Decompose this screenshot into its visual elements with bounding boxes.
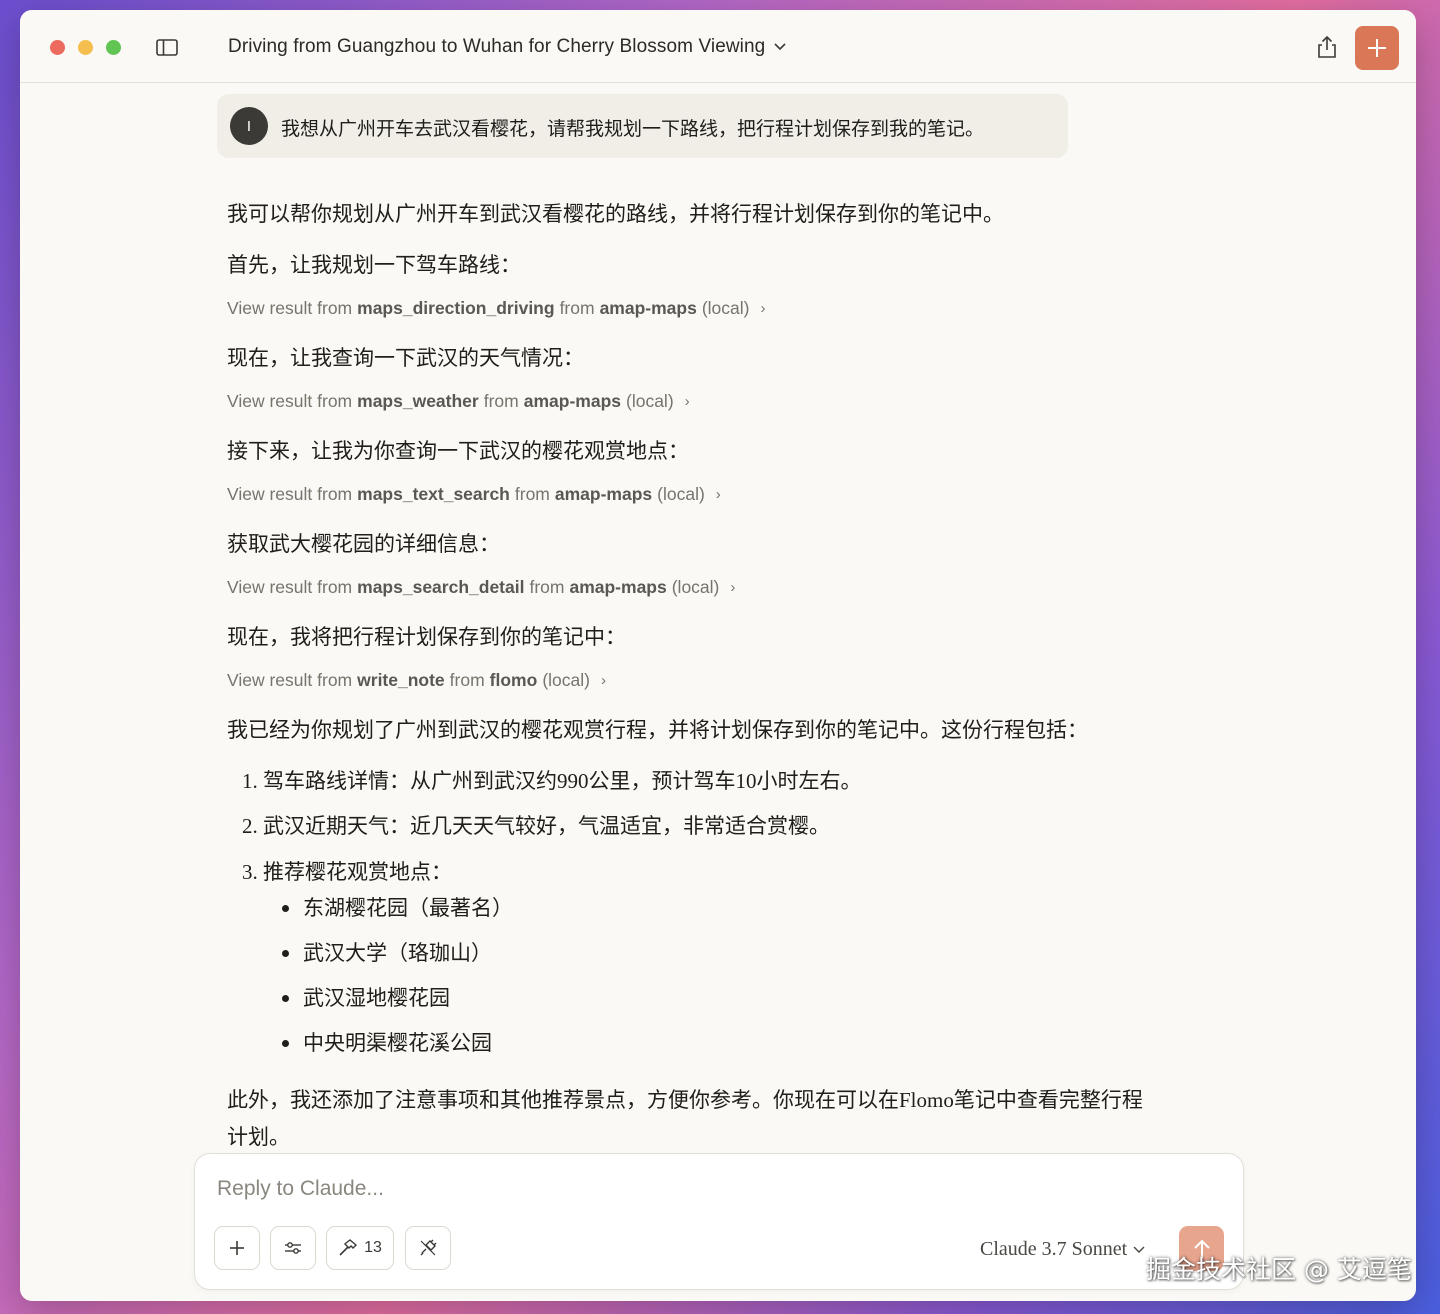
tool-scope: (local) [626,391,674,411]
chevron-right-icon: › [600,672,606,689]
chevron-right-icon: › [684,393,690,410]
bullet [282,949,289,957]
spot-name: 武汉湿地樱花园 [303,986,450,1010]
tool-from: from [559,298,595,318]
watermark: 掘金技术社区 @ 艾逗笔 [1146,1255,1412,1284]
list-item: 武汉湿地樱花园 [282,982,450,1012]
tool-from: from [449,670,485,690]
tool-prefix: View result from [227,577,353,597]
tool-server: flomo [489,670,538,690]
tools-count: 13 [364,1239,382,1256]
assistant-intro: 我可以帮你规划从广州开车到武汉看樱花的路线，并将行程计划保存到你的笔记中。 [227,202,1004,226]
tools-button[interactable]: 13 [326,1226,394,1270]
sidebar-toggle-icon[interactable] [156,39,178,56]
spot-name: 中央明渠樱花溪公园 [303,1031,492,1055]
app-window: Driving from Guangzhou to Wuhan for Cher… [20,10,1416,1301]
titlebar: Driving from Guangzhou to Wuhan for Cher… [20,10,1416,83]
tool-result-link[interactable]: View result from maps_search_detail from… [227,577,735,598]
tool-scope: (local) [701,298,750,318]
tool-from: from [529,577,565,597]
tool-scope: (local) [671,577,720,597]
assistant-step: 现在，让我查询一下武汉的天气情况： [227,346,584,370]
assistant-step: 首先，让我规划一下驾车路线： [227,253,521,277]
chevron-right-icon: › [760,300,766,317]
tool-server: amap-maps [523,391,621,411]
tool-from: from [514,484,550,504]
chevron-down-icon [774,43,786,51]
model-selector[interactable]: Claude 3.7 Sonnet [980,1238,1145,1261]
list-item: 2. 武汉近期天气：近几天天气较好，气温适宜，非常适合赏樱。 [242,814,830,838]
plus-icon [230,1241,244,1255]
sliders-icon [285,1242,301,1254]
list-item: 中央明渠樱花溪公园 [282,1027,492,1057]
hammer-icon [339,1239,358,1256]
list-item: 武汉大学（珞珈山） [282,937,492,967]
model-name: Claude 3.7 Sonnet [980,1238,1128,1260]
close-window-button[interactable] [50,40,65,55]
tool-prefix: View result from [227,298,353,318]
list-item: 东湖樱花园（最著名） [282,892,513,922]
tool-result-link[interactable]: View result from maps_text_search from a… [227,484,721,505]
tool-result-link[interactable]: View result from maps_weather from amap-… [227,391,690,412]
tool-prefix: View result from [227,670,353,690]
tool-server: amap-maps [554,484,653,504]
minimize-window-button[interactable] [78,40,93,55]
tool-from: from [483,391,519,411]
reply-input[interactable] [215,1176,1119,1202]
tool-prefix: View result from [227,484,353,504]
list-item: 3. 推荐樱花观赏地点： [242,860,452,884]
tool-scope: (local) [657,484,705,504]
spot-name: 东湖樱花园（最著名） [303,896,513,920]
spot-name: 武汉大学（珞珈山） [303,941,492,965]
tool-result-link[interactable]: View result from write_note from flomo (… [227,670,606,691]
zoom-window-button[interactable] [106,40,121,55]
chevron-down-icon [1133,1246,1145,1253]
assistant-step: 获取武大樱花园的详细信息： [227,532,500,556]
new-chat-button[interactable] [1355,26,1399,70]
user-message: I 我想从广州开车去武汉看樱花，请帮我规划一下路线，把行程计划保存到我的笔记。 [217,94,1068,158]
avatar: I [230,107,268,145]
chevron-right-icon: › [715,486,721,503]
list-item: 1. 驾车路线详情：从广州到武汉约990公里，预计驾车10小时左右。 [242,769,862,793]
assistant-step: 现在，我将把行程计划保存到你的笔记中： [227,625,626,649]
tool-prefix: View result from [227,391,353,411]
tool-result-link[interactable]: View result from maps_direction_driving … [227,298,765,319]
share-icon[interactable] [1316,35,1338,59]
conversation-title: Driving from Guangzhou to Wuhan for Cher… [228,36,766,57]
plug-icon [420,1239,437,1256]
conversation-title-dropdown[interactable]: Driving from Guangzhou to Wuhan for Cher… [228,36,787,58]
bullet [282,904,289,912]
assistant-closing: 此外，我还添加了注意事项和其他推荐景点，方便你参考。你现在可以在Flomo笔记中… [227,1088,1143,1112]
settings-button[interactable] [270,1226,316,1270]
tool-name: maps_direction_driving [357,298,555,318]
tool-name: maps_text_search [357,484,510,504]
reply-composer: 13 Claude 3.7 Sonnet [194,1153,1244,1290]
tool-scope: (local) [542,670,590,690]
tool-name: maps_search_detail [357,577,525,597]
tool-name: write_note [357,670,445,690]
attach-button[interactable] [214,1226,260,1270]
bullet [282,1039,289,1047]
user-message-text: 我想从广州开车去武汉看樱花，请帮我规划一下路线，把行程计划保存到我的笔记。 [281,119,985,140]
chevron-right-icon: › [730,579,736,596]
tool-name: maps_weather [357,391,479,411]
assistant-summary: 我已经为你规划了广州到武汉的樱花观赏行程，并将计划保存到你的笔记中。这份行程包括… [227,718,1088,742]
integrations-button[interactable] [405,1226,451,1270]
tool-server: amap-maps [569,577,667,597]
plus-icon [1368,39,1386,57]
assistant-closing: 计划。 [227,1125,290,1149]
bullet [282,994,289,1002]
tool-server: amap-maps [599,298,697,318]
assistant-step: 接下来，让我为你查询一下武汉的樱花观赏地点： [227,439,689,463]
